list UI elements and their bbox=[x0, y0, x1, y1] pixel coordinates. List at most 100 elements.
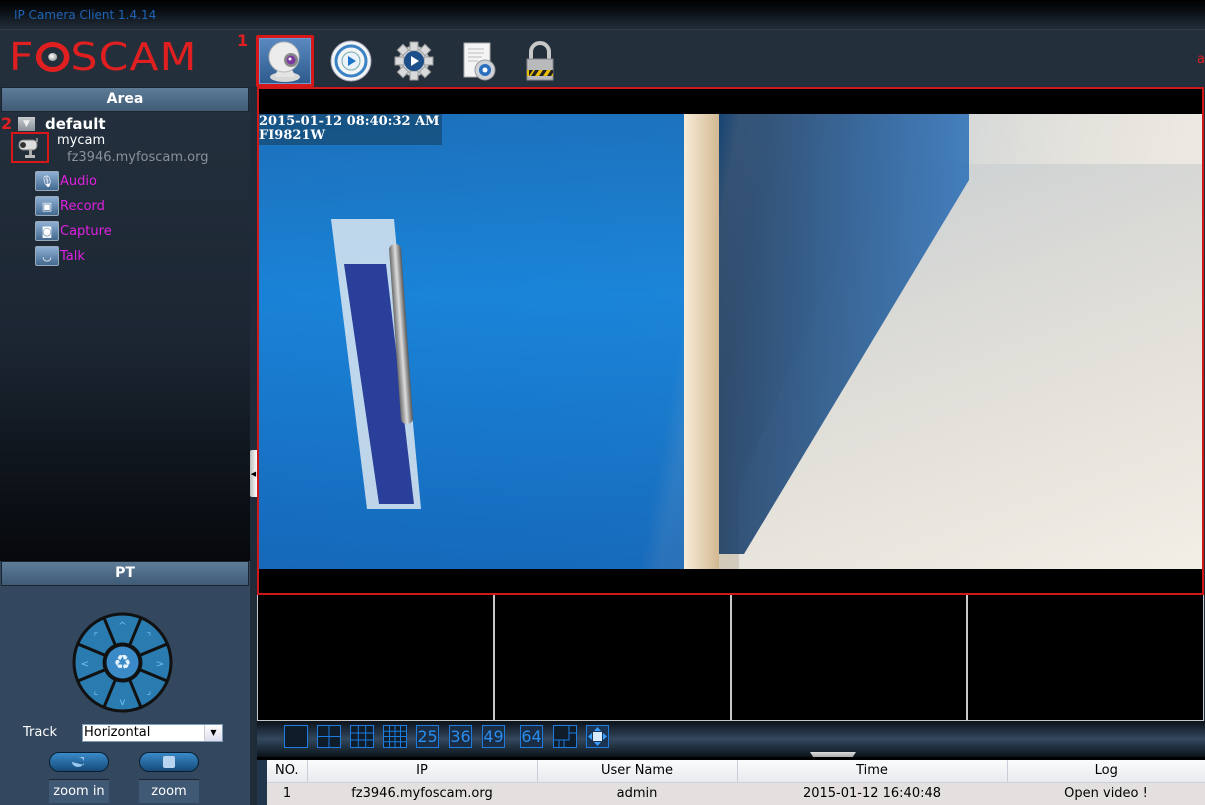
annotation-marker-1: 1 bbox=[237, 31, 249, 50]
track-label: Track bbox=[23, 725, 58, 740]
live-video-button[interactable] bbox=[256, 35, 314, 87]
fullscreen-arrows-icon bbox=[588, 727, 607, 746]
action-capture[interactable]: ◙ Capture bbox=[35, 221, 112, 241]
layout-1x1-button[interactable] bbox=[284, 725, 308, 748]
cruise-icon bbox=[72, 757, 84, 767]
action-audio[interactable]: 🎙 Audio bbox=[35, 171, 97, 191]
camera-feed bbox=[259, 114, 1202, 569]
stop-icon bbox=[163, 756, 175, 768]
settings-button[interactable] bbox=[385, 35, 443, 87]
col-time[interactable]: Time bbox=[737, 760, 1008, 783]
video-cell[interactable] bbox=[730, 595, 968, 721]
log-table-panel: NO. IP User Name Time Log 1 fz3946.myfos… bbox=[257, 757, 1205, 805]
playback-button[interactable] bbox=[322, 35, 380, 87]
play-circle-icon bbox=[330, 40, 372, 82]
pan-right-arrow: > bbox=[156, 659, 164, 670]
dropdown-arrow-icon[interactable]: ▼ bbox=[204, 725, 222, 741]
cell-ip: fz3946.myfoscam.org bbox=[307, 782, 537, 805]
grid-2x2-icon bbox=[318, 726, 340, 747]
fullscreen-button[interactable] bbox=[586, 725, 609, 748]
annotation-marker-2: 2 bbox=[1, 114, 13, 133]
layout-36-button[interactable]: 36 bbox=[449, 725, 472, 748]
pan-up-right-arrow: ⌝ bbox=[147, 632, 152, 643]
layout-2x2-button[interactable] bbox=[317, 725, 341, 748]
video-cell[interactable] bbox=[967, 595, 1204, 721]
action-record[interactable]: ▣ Record bbox=[35, 196, 105, 216]
video-cell[interactable] bbox=[493, 595, 731, 721]
col-no[interactable]: NO. bbox=[267, 760, 308, 783]
lock-button[interactable] bbox=[511, 35, 569, 87]
tree-group-default[interactable]: ▼ default bbox=[18, 115, 106, 133]
webcam-icon bbox=[268, 41, 300, 82]
track-select[interactable]: Horizontal ▼ bbox=[82, 724, 223, 742]
group-label: default bbox=[45, 115, 106, 133]
foscam-logo: F SCAM bbox=[9, 35, 198, 79]
ip-camera-icon bbox=[18, 137, 38, 158]
cruise-button[interactable] bbox=[49, 752, 109, 772]
document-gear-icon bbox=[463, 42, 496, 81]
layout-3x3-button[interactable] bbox=[350, 725, 374, 748]
action-label: Talk bbox=[60, 248, 85, 264]
microphone-icon: 🎙 bbox=[35, 171, 59, 191]
talk-icon: ◡ bbox=[35, 246, 59, 266]
zoom-in-button[interactable]: zoom in bbox=[49, 779, 109, 803]
cell-user: admin bbox=[537, 782, 737, 805]
camera-device-item[interactable] bbox=[11, 132, 49, 163]
col-log[interactable]: Log bbox=[1007, 760, 1205, 783]
action-label: Record bbox=[60, 198, 105, 214]
layout-4x4-button[interactable] bbox=[383, 725, 407, 748]
truncated-text: a bbox=[1197, 52, 1205, 67]
action-label: Capture bbox=[60, 223, 112, 239]
gear-play-icon bbox=[394, 41, 434, 81]
padlock-icon bbox=[526, 41, 554, 81]
recycle-center-icon: ♻ bbox=[114, 650, 132, 674]
app-window: IP Camera Client 1.4.14 F SCAM 1 a Area … bbox=[0, 0, 1205, 805]
layout-bar: 25 36 49 64 bbox=[257, 721, 1205, 757]
pan-up-arrow: ^ bbox=[118, 621, 126, 632]
video-subgrid bbox=[257, 595, 1204, 721]
grid-4x4-icon bbox=[384, 726, 406, 747]
title-bar: IP Camera Client 1.4.14 bbox=[0, 0, 1205, 29]
main-video-pane[interactable]: 2015-01-12 08:40:32 AM FI9821W bbox=[257, 87, 1204, 595]
layout-64-button[interactable]: 64 bbox=[520, 725, 543, 748]
layout-49-button[interactable]: 49 bbox=[482, 725, 505, 748]
pan-down-arrow: v bbox=[120, 697, 126, 708]
stop-button[interactable] bbox=[139, 752, 199, 772]
header-toolbar: F SCAM 1 a bbox=[0, 29, 1205, 87]
video-cell[interactable] bbox=[257, 595, 494, 721]
osd-timestamp: 2015-01-12 08:40:32 AM bbox=[259, 114, 440, 129]
window-title: IP Camera Client 1.4.14 bbox=[14, 8, 157, 22]
chevron-down-icon[interactable]: ▼ bbox=[18, 117, 35, 131]
col-ip[interactable]: IP bbox=[307, 760, 538, 783]
pan-down-left-arrow: ⌞ bbox=[94, 686, 99, 697]
pan-left-arrow: < bbox=[81, 659, 89, 670]
pan-up-left-arrow: ⌜ bbox=[94, 632, 99, 643]
grid-1x1-icon bbox=[285, 726, 307, 747]
log-table: NO. IP User Name Time Log 1 fz3946.myfos… bbox=[267, 760, 1205, 805]
video-record-icon: ▣ bbox=[35, 196, 59, 216]
camera-capture-icon: ◙ bbox=[35, 221, 59, 241]
track-select-value: Horizontal bbox=[84, 725, 151, 740]
camera-name[interactable]: mycam bbox=[57, 133, 105, 148]
camera-host: fz3946.myfoscam.org bbox=[67, 150, 209, 165]
col-user[interactable]: User Name bbox=[537, 760, 738, 783]
ptz-control-wheel[interactable]: ^ v < > ⌜ ⌝ ⌞ ⌟ ♻ bbox=[72, 612, 173, 713]
log-button[interactable] bbox=[449, 35, 507, 87]
action-label: Audio bbox=[60, 173, 97, 189]
layout-25-button[interactable]: 25 bbox=[416, 725, 439, 748]
grid-1plusn-icon bbox=[554, 726, 576, 747]
area-header: Area bbox=[1, 87, 249, 112]
zoom-out-button[interactable]: zoom out bbox=[139, 779, 199, 803]
action-talk[interactable]: ◡ Talk bbox=[35, 246, 85, 266]
cell-log: Open video ! bbox=[1007, 782, 1205, 805]
osd-model: FI9821W bbox=[259, 128, 326, 143]
pt-header: PT bbox=[1, 561, 249, 586]
grid-3x3-icon bbox=[351, 726, 373, 747]
pan-down-right-arrow: ⌟ bbox=[147, 686, 152, 697]
video-osd: 2015-01-12 08:40:32 AM FI9821W bbox=[259, 114, 442, 145]
cell-time: 2015-01-12 16:40:48 bbox=[737, 782, 1007, 805]
sidebar-collapse-handle[interactable]: ◀ bbox=[250, 450, 257, 497]
table-row[interactable]: 1 fz3946.myfoscam.org admin 2015-01-12 1… bbox=[267, 782, 1205, 805]
layout-1plusN-button[interactable] bbox=[553, 725, 577, 748]
log-table-header: NO. IP User Name Time Log bbox=[267, 760, 1205, 783]
